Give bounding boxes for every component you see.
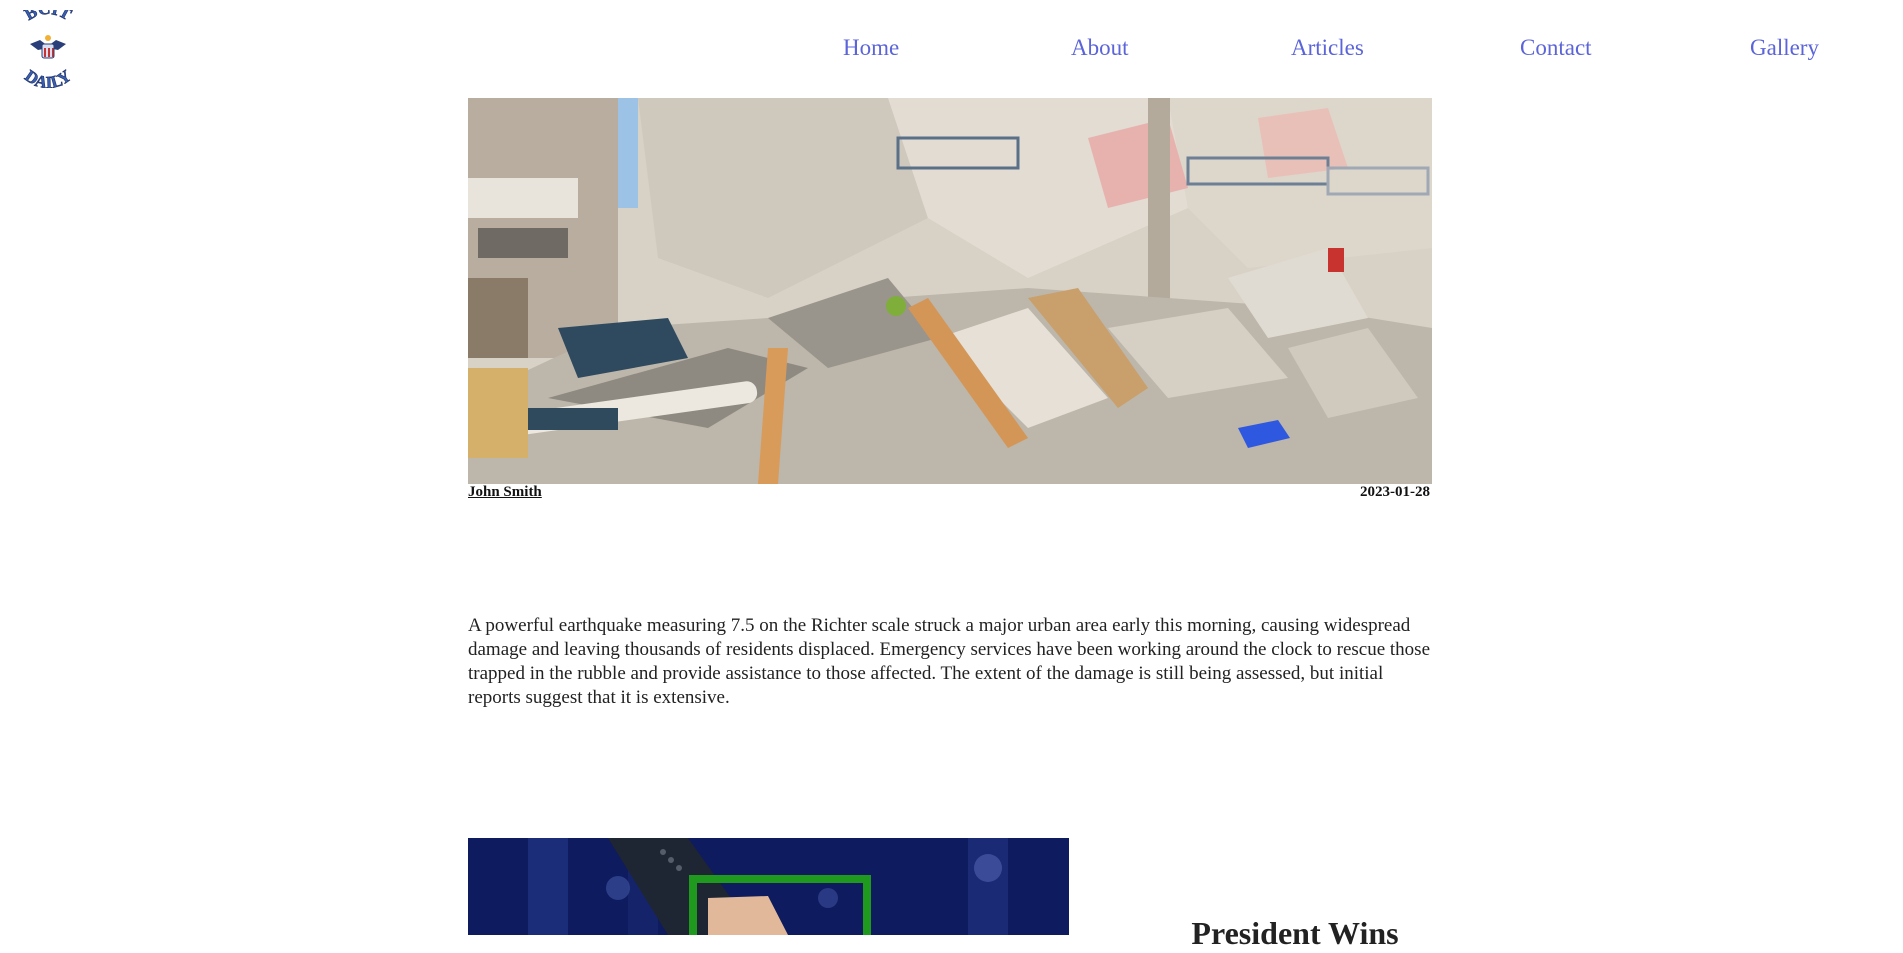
president-handshake-photo[interactable] (468, 838, 1069, 935)
article-body: A powerful earthquake measuring 7.5 on t… (468, 615, 1430, 708)
earthquake-rubble-photo[interactable] (468, 98, 1432, 484)
main-nav: Home About Articles Contact Gallery (0, 0, 1903, 98)
nav-gallery-link[interactable]: Gallery (1750, 34, 1819, 62)
nav-contact-link[interactable]: Contact (1520, 34, 1592, 62)
earthquake-photo-illustration (468, 98, 1432, 484)
site-header: BCIT DAILY Home About Articles Contact G… (0, 0, 1903, 98)
president-photo-illustration (468, 838, 1069, 935)
article-date: 2023-01-28 (1360, 484, 1430, 500)
nav-about-link[interactable]: About (1071, 34, 1129, 62)
author-link[interactable]: John Smith (468, 484, 542, 501)
article-byline: John Smith 2023-01-28 (468, 484, 1430, 504)
nav-articles-link[interactable]: Articles (1291, 34, 1364, 62)
second-article-title[interactable]: President Wins (1130, 913, 1460, 953)
nav-home-link[interactable]: Home (843, 34, 899, 62)
